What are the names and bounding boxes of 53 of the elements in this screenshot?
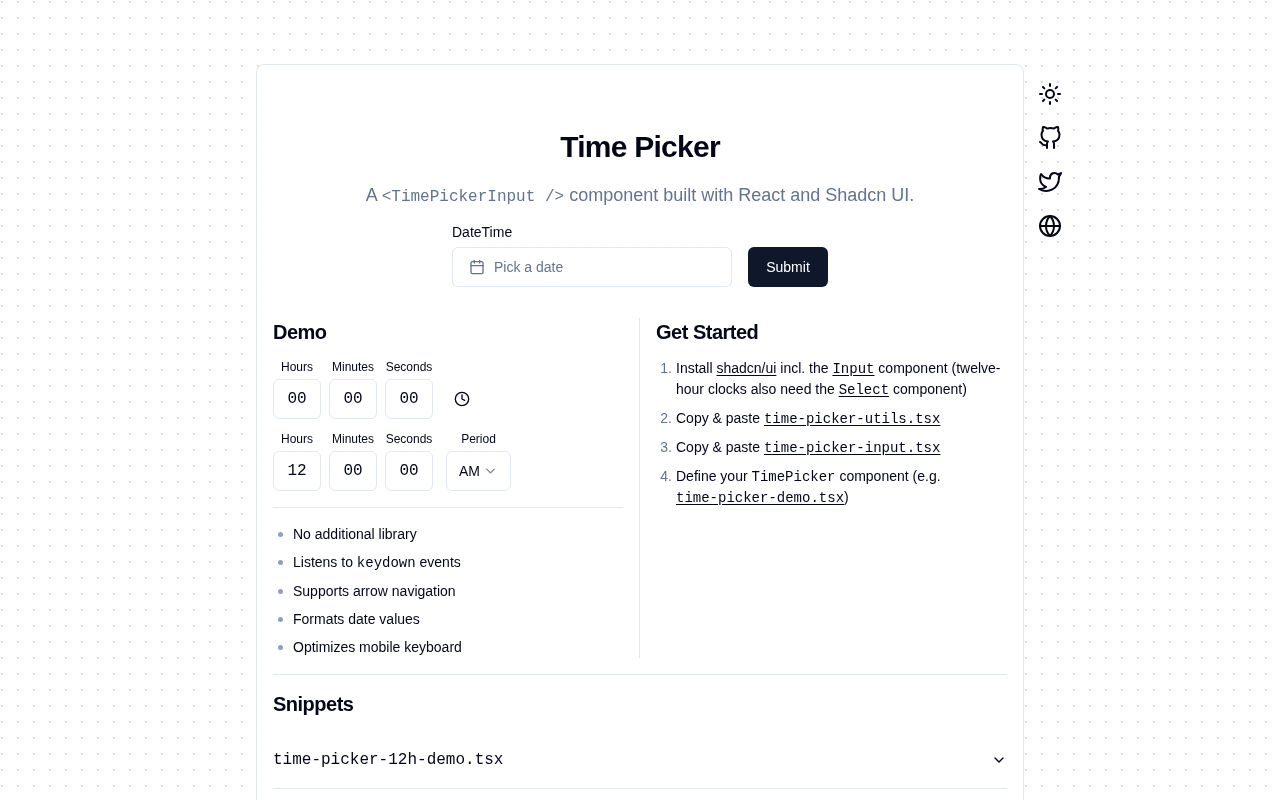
time-field[interactable]: 00 — [329, 451, 377, 491]
time-field[interactable]: 00 — [385, 451, 433, 491]
field-label: Hours — [281, 359, 313, 375]
field-label: Minutes — [332, 359, 374, 375]
feature-text: Listens to keydown events — [293, 553, 461, 573]
step-number: 1. — [659, 359, 673, 378]
step-text: Copy & paste time-picker-input.tsx — [676, 438, 942, 458]
field-label: Period — [461, 431, 496, 447]
time-field[interactable]: 00 — [385, 379, 433, 419]
step-text: Define your TimePicker component (e.g. time-picker-demo.tsx) — [676, 467, 942, 508]
code-link[interactable]: time-picker-demo.tsx — [676, 490, 845, 506]
sun-icon[interactable] — [1038, 82, 1062, 106]
step-number: 3. — [659, 438, 673, 457]
accordion-trigger[interactable]: time-picker-12h-demo.tsx — [273, 732, 1007, 788]
bird-icon[interactable] — [1038, 170, 1062, 194]
date-field[interactable]: Pick a date — [452, 247, 732, 287]
time-field[interactable]: 00 — [273, 379, 321, 419]
field-label: Hours — [281, 431, 313, 447]
calendar-icon — [469, 259, 485, 275]
feature-text: Formats date values — [293, 610, 420, 629]
field-label: Seconds — [385, 359, 433, 375]
page-title: Time Picker — [559, 129, 722, 165]
field-label: Seconds — [385, 431, 433, 447]
bullet-icon — [278, 644, 283, 650]
time-field[interactable]: 12 — [273, 451, 321, 491]
section-heading: Demo — [273, 320, 328, 345]
step-text: Copy & paste time-picker-utils.tsx — [676, 409, 942, 429]
field-label: DateTime — [452, 223, 514, 242]
time-field[interactable]: 00 — [329, 379, 377, 419]
globe-icon[interactable] — [1038, 214, 1062, 238]
bullet-icon — [278, 588, 283, 594]
github-icon[interactable] — [1038, 126, 1062, 150]
feature-text: Supports arrow navigation — [293, 582, 456, 601]
submit-button[interactable]: Submit — [748, 247, 828, 287]
text-link[interactable]: shadcn/ui — [716, 360, 777, 376]
feature-text: No additional library — [293, 525, 417, 544]
feature-text: Optimizes mobile keyboard — [293, 638, 462, 657]
step-number: 2. — [659, 409, 673, 428]
section-heading: Snippets — [273, 692, 355, 717]
period-select[interactable]: AM — [446, 451, 511, 491]
code-link[interactable]: Select — [838, 382, 890, 398]
code-link[interactable]: time-picker-input.tsx — [763, 440, 941, 456]
page-subtitle: A <TimePickerInput /> component built with React and Shadcn UI. — [364, 184, 916, 208]
step-number: 4. — [659, 467, 673, 486]
bullet-icon — [278, 616, 283, 622]
bullet-icon — [278, 560, 283, 565]
clock-icon — [454, 391, 470, 407]
section-heading: Get Started — [656, 320, 760, 345]
code-link[interactable]: time-picker-utils.tsx — [763, 411, 941, 427]
bullet-icon — [278, 531, 283, 537]
code-link[interactable]: Input — [832, 361, 875, 377]
field-label: Minutes — [332, 431, 374, 447]
step-text: Install shadcn/ui incl. the Input component (twelve-hour clocks also need the Select component) — [676, 359, 1002, 400]
